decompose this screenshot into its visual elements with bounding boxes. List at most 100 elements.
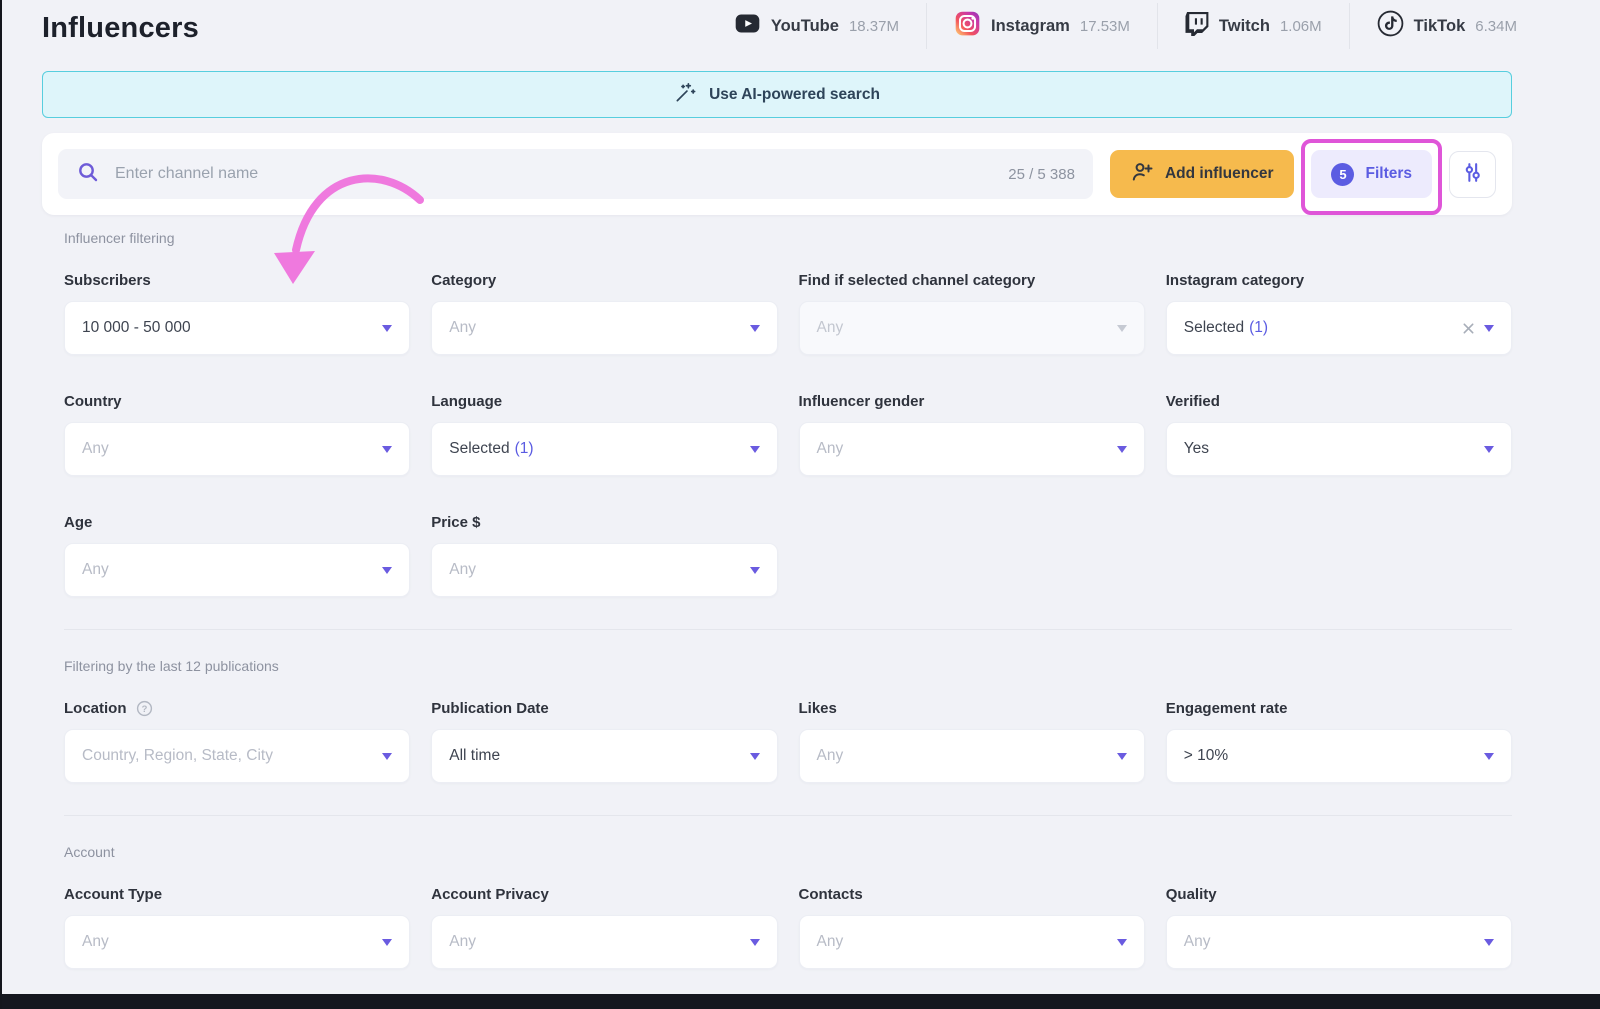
filter-label: Engagement rate xyxy=(1166,700,1512,717)
filter-label-text: Account Privacy xyxy=(431,886,549,903)
tab-label: Instagram xyxy=(991,17,1070,36)
filter-label-text: Country xyxy=(64,393,122,410)
chevron-down-icon xyxy=(1484,446,1494,453)
tab-count: 17.53M xyxy=(1080,18,1130,35)
add-influencer-label: Add influencer xyxy=(1165,165,1274,183)
likes-select[interactable]: Any xyxy=(799,729,1145,783)
filter-publication-date: Publication DateAll time xyxy=(431,700,777,783)
verified-select[interactable]: Yes xyxy=(1166,422,1512,476)
tab-label: Twitch xyxy=(1219,17,1270,36)
select-value: > 10% xyxy=(1184,747,1228,765)
chevron-down-icon xyxy=(382,446,392,453)
filters-label: Filters xyxy=(1365,165,1412,183)
chevron-down-icon xyxy=(750,939,760,946)
filter-section-filtering-by-the-last-12-publications: Filtering by the last 12 publicationsLoc… xyxy=(64,658,1512,783)
tab-count: 1.06M xyxy=(1280,18,1322,35)
youtube-icon xyxy=(734,10,761,42)
tab-instagram[interactable]: Instagram 17.53M xyxy=(927,0,1157,52)
select-value: Any xyxy=(82,933,109,951)
chevron-down-icon xyxy=(1117,325,1127,332)
clear-selection-icon[interactable] xyxy=(1462,322,1475,335)
chevron-down-icon xyxy=(750,325,760,332)
quality-select[interactable]: Any xyxy=(1166,915,1512,969)
chevron-down-icon xyxy=(382,567,392,574)
select-value: Any xyxy=(449,319,476,337)
tab-youtube[interactable]: YouTube 18.37M xyxy=(707,0,926,52)
account-type-select[interactable]: Any xyxy=(64,915,410,969)
help-icon[interactable]: ? xyxy=(136,700,153,717)
filter-verified: Verified Yes xyxy=(1166,393,1512,476)
toolbar: 25 / 5 388 Add influencer 5 Filters xyxy=(42,133,1512,215)
filter-contacts: Contacts Any xyxy=(799,886,1145,969)
selected-count: (1) xyxy=(515,440,534,458)
filter-label-text: Language xyxy=(431,393,502,410)
select-value: All time xyxy=(449,747,500,765)
country-select[interactable]: Any xyxy=(64,422,410,476)
filter-label: Age xyxy=(64,514,410,531)
channel-search-input[interactable] xyxy=(113,164,995,184)
filter-instagram-category: Instagram categorySelected(1) xyxy=(1166,272,1512,355)
ai-banner-label: Use AI-powered search xyxy=(709,86,880,104)
instagram-icon xyxy=(954,10,981,42)
search-icon xyxy=(76,160,100,189)
filter-label-text: Contacts xyxy=(799,886,863,903)
filter-label: Country xyxy=(64,393,410,410)
filter-label-text: Verified xyxy=(1166,393,1220,410)
tab-twitch[interactable]: Twitch 1.06M xyxy=(1158,0,1349,52)
select-value: Any xyxy=(1184,933,1211,951)
price-select[interactable]: Any xyxy=(431,543,777,597)
language-select[interactable]: Selected (1) xyxy=(431,422,777,476)
contacts-select[interactable]: Any xyxy=(799,915,1145,969)
select-value: Any xyxy=(817,747,844,765)
filter-category: Category Any xyxy=(431,272,777,355)
filter-label-text: Find if selected channel category xyxy=(799,272,1036,289)
chevron-down-icon xyxy=(382,939,392,946)
filter-section-influencer-filtering: Influencer filtering Subscribers 10 000 - … xyxy=(64,230,1512,597)
filters-count-badge: 5 xyxy=(1331,163,1354,186)
filter-label-text: Subscribers xyxy=(64,272,151,289)
select-value: Any xyxy=(82,440,109,458)
advanced-filters-button[interactable] xyxy=(1449,151,1496,198)
filter-account-privacy: Account Privacy Any xyxy=(431,886,777,969)
filter-label: Quality xyxy=(1166,886,1512,903)
influencer-gender-select[interactable]: Any xyxy=(799,422,1145,476)
ai-search-banner[interactable]: Use AI-powered search xyxy=(42,71,1512,118)
engagement-rate-select[interactable]: > 10% xyxy=(1166,729,1512,783)
add-influencer-button[interactable]: Add influencer xyxy=(1110,150,1295,198)
section-title: Account xyxy=(64,844,1512,860)
chevron-down-icon xyxy=(382,753,392,760)
tab-count: 18.37M xyxy=(849,18,899,35)
filters-panel: Influencer filtering Subscribers 10 000 - … xyxy=(42,230,1512,969)
filter-quality: Quality Any xyxy=(1166,886,1512,969)
filter-grid: Location? Country, Region, State, City Pub… xyxy=(64,700,1512,783)
filter-label: Contacts xyxy=(799,886,1145,903)
instagram-category-select[interactable]: Selected(1) xyxy=(1166,301,1512,355)
publication-date-select[interactable]: All time xyxy=(431,729,777,783)
chevron-down-icon xyxy=(750,446,760,453)
category-select[interactable]: Any xyxy=(431,301,777,355)
search-field[interactable]: 25 / 5 388 xyxy=(58,149,1093,199)
subscribers-select[interactable]: 10 000 - 50 000 xyxy=(64,301,410,355)
results-counter: 25 / 5 388 xyxy=(1008,166,1075,183)
section-divider xyxy=(64,629,1512,630)
select-value: Selected xyxy=(449,440,509,458)
account-privacy-select[interactable]: Any xyxy=(431,915,777,969)
filter-label: Category xyxy=(431,272,777,289)
filter-label-text: Likes xyxy=(799,700,837,717)
filter-subscribers: Subscribers 10 000 - 50 000 xyxy=(64,272,410,355)
tab-tiktok[interactable]: TikTok 6.34M xyxy=(1350,0,1544,52)
filters-button[interactable]: 5 Filters xyxy=(1311,150,1432,198)
section-title: Influencer filtering xyxy=(64,230,1512,246)
select-value: Selected xyxy=(1184,319,1244,337)
header: Influencers YouTube 18.37M Instagram 17.… xyxy=(2,0,1600,52)
age-select[interactable]: Any xyxy=(64,543,410,597)
filter-language: Language Selected (1) xyxy=(431,393,777,476)
section-divider xyxy=(64,815,1512,816)
location-select[interactable]: Country, Region, State, City xyxy=(64,729,410,783)
filter-label-text: Influencer gender xyxy=(799,393,925,410)
main-content: Use AI-powered search 25 / 5 388 Add inf… xyxy=(2,71,1600,969)
tab-label: YouTube xyxy=(771,17,839,36)
filter-label-text: Location xyxy=(64,700,127,717)
filter-label: Account Type xyxy=(64,886,410,903)
select-value: Any xyxy=(449,561,476,579)
